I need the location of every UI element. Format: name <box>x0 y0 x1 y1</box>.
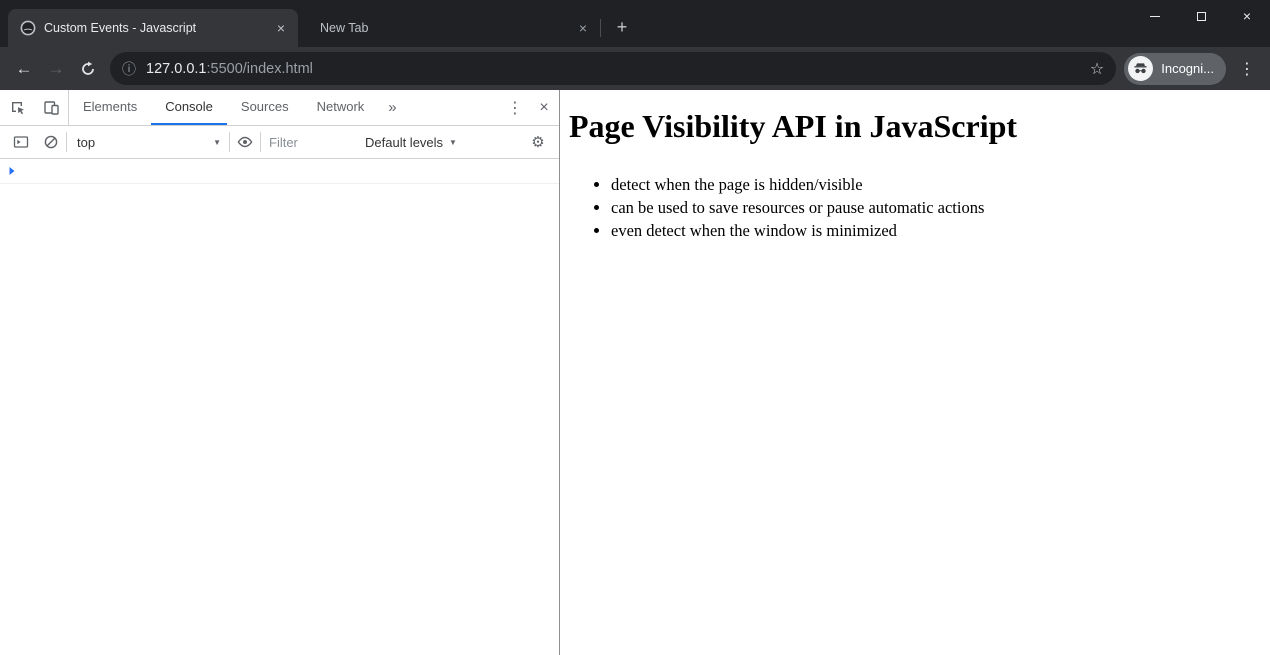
list-item: can be used to save resources or pause a… <box>611 196 1260 219</box>
browser-window: Custom Events - Javascript × New Tab × +… <box>0 0 1270 655</box>
content-area: Elements Console Sources Network » ⋮ × t… <box>0 90 1270 655</box>
list-item: detect when the page is hidden/visible <box>611 173 1260 196</box>
forward-button[interactable]: → <box>40 53 72 85</box>
browser-menu-button[interactable]: ⋮ <box>1232 53 1262 85</box>
devtools-tab-bar: Elements Console Sources Network » ⋮ × <box>0 90 559 126</box>
toolbar-separator <box>260 132 261 152</box>
url-text: 127.0.0.1:5500/index.html <box>146 61 313 77</box>
site-favicon-icon <box>20 20 36 36</box>
inspect-cursor-icon <box>11 102 24 115</box>
web-page: Page Visibility API in JavaScript detect… <box>560 90 1270 655</box>
kebab-menu-icon: ⋮ <box>507 99 523 117</box>
console-settings-button[interactable]: ⚙ <box>523 133 553 151</box>
page-title: Page Visibility API in JavaScript <box>569 108 1018 144</box>
device-toolbar-button[interactable] <box>34 90 68 125</box>
eye-icon <box>237 136 253 148</box>
console-sidebar-icon <box>13 136 29 148</box>
url-host: 127.0.0.1 <box>146 60 207 77</box>
kebab-menu-icon: ⋮ <box>1239 60 1255 78</box>
devtools-tab-label: Sources <box>240 99 289 114</box>
feature-list: detect when the page is hidden/visible c… <box>569 173 1260 242</box>
console-prompt-row[interactable] <box>0 159 559 184</box>
close-icon: × <box>1242 8 1252 24</box>
bookmark-star-icon[interactable]: ☆ <box>1090 59 1104 79</box>
tab-custom-events[interactable]: Custom Events - Javascript × <box>8 9 298 47</box>
url-path: :5500/index.html <box>206 60 313 77</box>
tab-strip: Custom Events - Javascript × New Tab × +… <box>0 0 1270 47</box>
console-filter-input[interactable] <box>269 134 349 150</box>
incognito-badge[interactable]: Incogni... <box>1124 52 1226 85</box>
reload-icon <box>82 61 94 75</box>
browser-toolbar: ← → ⓘ 127.0.0.1:5500/index.html ☆ Incogn… <box>0 47 1270 90</box>
chevrons-right-icon: » <box>388 99 397 116</box>
console-toolbar: top ▼ Default levels ▼ ⚙ <box>0 126 559 159</box>
address-bar[interactable]: ⓘ 127.0.0.1:5500/index.html ☆ <box>110 52 1117 85</box>
close-icon: × <box>539 98 549 116</box>
window-maximize-button[interactable] <box>1178 0 1224 32</box>
devtools-tab-network[interactable]: Network <box>303 90 379 125</box>
incognito-avatar <box>1128 56 1154 81</box>
devtools-tab-label: Network <box>316 99 365 114</box>
console-messages-area[interactable] <box>0 159 559 655</box>
minimize-icon <box>1150 15 1160 17</box>
chevron-down-icon: ▼ <box>213 137 221 147</box>
incognito-icon <box>1134 63 1147 74</box>
page-info-icon[interactable]: ⓘ <box>122 59 136 79</box>
device-toolbar-icon <box>43 101 59 115</box>
more-tabs-button[interactable]: » <box>378 90 406 125</box>
live-expression-button[interactable] <box>230 129 260 155</box>
devtools-tab-label: Elements <box>83 99 138 114</box>
devtools-tab-sources[interactable]: Sources <box>227 90 303 125</box>
inspect-element-button[interactable] <box>0 90 34 125</box>
incognito-label: Incogni... <box>1161 61 1214 76</box>
back-button[interactable]: ← <box>8 53 40 85</box>
chevron-down-icon: ▼ <box>449 137 457 147</box>
reload-button[interactable] <box>72 53 104 85</box>
tab-title: New Tab <box>320 21 369 35</box>
back-icon: ← <box>15 58 33 78</box>
clear-console-button[interactable] <box>36 129 66 155</box>
block-icon <box>44 135 58 149</box>
devtools-panel: Elements Console Sources Network » ⋮ × t… <box>0 90 560 655</box>
console-sidebar-toggle[interactable] <box>6 129 36 155</box>
tab-new-tab[interactable]: New Tab × <box>304 9 600 47</box>
context-label: top <box>77 134 96 150</box>
js-context-selector[interactable]: top ▼ <box>67 135 229 150</box>
log-levels-dropdown[interactable]: Default levels ▼ <box>357 135 465 150</box>
tab-close-icon[interactable]: × <box>574 19 592 37</box>
new-tab-button[interactable]: + <box>609 14 635 40</box>
window-minimize-button[interactable] <box>1132 0 1178 32</box>
list-item: even detect when the window is minimized <box>611 219 1260 242</box>
devtools-tab-label: Console <box>165 99 213 114</box>
tab-separator <box>600 19 601 37</box>
tab-close-icon[interactable]: × <box>272 19 290 37</box>
forward-icon: → <box>47 58 65 78</box>
tab-title: Custom Events - Javascript <box>44 21 197 35</box>
devtools-tab-elements[interactable]: Elements <box>69 90 151 125</box>
gear-icon: ⚙ <box>531 134 545 151</box>
devtools-tab-console[interactable]: Console <box>151 90 227 125</box>
window-controls: × <box>1132 0 1270 32</box>
devtools-close-button[interactable]: × <box>529 99 559 117</box>
maximize-icon <box>1196 11 1206 21</box>
levels-label: Default levels <box>365 134 444 150</box>
devtools-tabbar-right: ⋮ × <box>501 90 559 125</box>
devtools-menu-button[interactable]: ⋮ <box>501 98 529 118</box>
console-prompt-chevron-icon <box>9 167 15 175</box>
window-close-button[interactable]: × <box>1224 0 1270 32</box>
